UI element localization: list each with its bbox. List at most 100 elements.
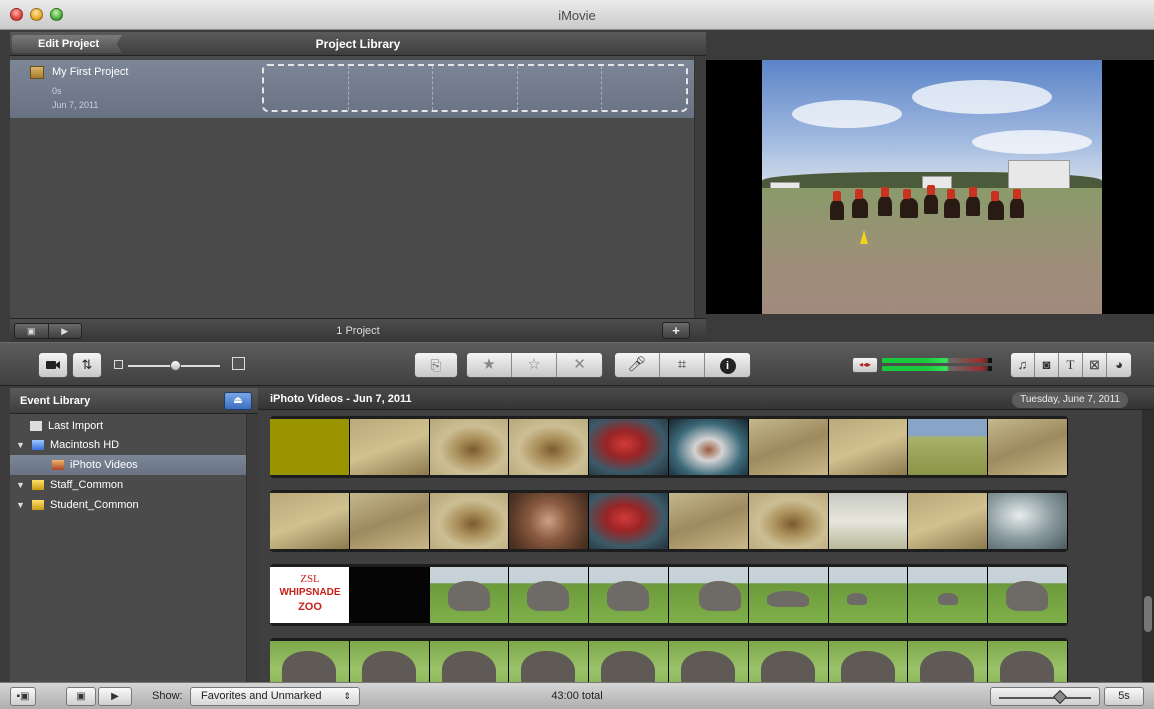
clip-frame[interactable] [270, 493, 350, 549]
clip-frame[interactable] [509, 641, 590, 682]
clip-frame[interactable] [908, 493, 989, 549]
clip-frame[interactable] [589, 641, 669, 682]
maps-icon: ◕ [1115, 357, 1123, 372]
project-library-title: Project Library [315, 37, 401, 51]
clip-frame[interactable] [908, 567, 989, 623]
thumbnail-size-knob[interactable] [170, 360, 181, 371]
clip-frame[interactable] [828, 493, 909, 549]
clip-frame[interactable] [988, 493, 1068, 549]
disclosure-triangle-icon[interactable]: ▼ [16, 495, 25, 515]
clip-frame[interactable] [270, 419, 350, 475]
iphoto-icon [52, 460, 64, 470]
clip-frame[interactable] [988, 567, 1068, 623]
project-empty-filmstrip[interactable] [262, 64, 688, 112]
clip-frame[interactable] [668, 419, 749, 475]
clip-frame[interactable] [988, 419, 1068, 475]
event-item-macintosh-hd[interactable]: ▼ Macintosh HD [10, 435, 246, 455]
transitions-browser-button[interactable]: ⊠ [1083, 353, 1107, 377]
bottom-bar: ▪▣ ▣ ▶ Show: Favorites and Unmarked ⇕ 43… [0, 682, 1154, 709]
clip-filmstrip[interactable] [270, 416, 1068, 478]
project-icon [30, 66, 44, 79]
clip-frame[interactable] [908, 641, 989, 682]
event-item-student-common[interactable]: ▼ Student_Common [10, 495, 246, 515]
add-to-project-button[interactable]: ⎘ [414, 352, 458, 378]
show-events-button[interactable]: ⏏ [224, 392, 252, 410]
clip-frame[interactable] [509, 567, 590, 623]
music-icon: ♫ [1017, 357, 1028, 372]
event-item-staff-common[interactable]: ▼ Staff_Common [10, 475, 246, 495]
clip-frame[interactable] [589, 493, 669, 549]
clip-frame[interactable] [748, 493, 829, 549]
clip-frame[interactable] [589, 419, 669, 475]
clip-frame[interactable] [349, 419, 430, 475]
speaker-icon: ◂◂▸ [858, 360, 872, 369]
window-title: iMovie [558, 8, 596, 23]
crop-button[interactable]: ⌗ [660, 353, 705, 377]
clip-filmstrip[interactable]: ZSL WHIPSNADE ZOO [270, 564, 1068, 626]
clip-zoom-slider[interactable] [990, 687, 1100, 706]
audio-skimming-button[interactable]: ◂◂▸ [852, 357, 878, 373]
new-project-button[interactable]: + [662, 322, 690, 339]
clip-filmstrip[interactable] [270, 638, 1068, 682]
clip-frame[interactable] [429, 567, 510, 623]
browser-buttons: ♫ ◙ T ⊠ ◕ [1010, 352, 1132, 378]
clip-frame[interactable] [748, 567, 829, 623]
project-library-scrollbar[interactable] [694, 56, 706, 318]
clip-frame[interactable] [429, 419, 510, 475]
photo-icon: ◙ [1042, 357, 1051, 372]
clip-frame[interactable] [988, 641, 1068, 682]
swap-events-projects-button[interactable]: ⇅ [72, 352, 102, 378]
photo-browser-button[interactable]: ◙ [1035, 353, 1059, 377]
clip-frame[interactable] [748, 419, 829, 475]
clip-frame[interactable] [828, 641, 909, 682]
unmark-button[interactable]: ☆ [512, 353, 557, 377]
clip-frame[interactable] [509, 493, 590, 549]
event-item-iphoto-videos[interactable]: iPhoto Videos [10, 455, 246, 475]
event-date-badge: Tuesday, June 7, 2011 [1012, 392, 1128, 408]
clip-frame[interactable] [908, 419, 989, 475]
event-library-list: Last Import ▼ Macintosh HD iPhoto Videos… [10, 414, 246, 682]
reject-button[interactable]: ✕ [557, 353, 602, 377]
clip-frame[interactable] [349, 641, 430, 682]
clip-frame[interactable]: ZSL WHIPSNADE ZOO [270, 567, 350, 623]
event-library-scrollbar[interactable] [246, 414, 258, 682]
clip-filmstrip[interactable] [270, 490, 1068, 552]
maps-browser-button[interactable]: ◕ [1107, 353, 1131, 377]
small-thumbnail-icon [114, 360, 123, 369]
clip-frame[interactable] [668, 493, 749, 549]
clip-frame[interactable] [509, 419, 590, 475]
disclosure-triangle-icon[interactable]: ▼ [16, 475, 25, 495]
favorite-button[interactable]: ★ [467, 353, 512, 377]
event-browser-header: iPhoto Videos - Jun 7, 2011 Tuesday, Jun… [258, 388, 1154, 410]
clip-frame[interactable] [668, 641, 749, 682]
event-item-last-import[interactable]: Last Import [10, 416, 246, 436]
inspector-button[interactable]: i [705, 353, 750, 377]
project-row[interactable]: My First Project 0s Jun 7, 2011 [10, 60, 694, 118]
clip-frame[interactable] [349, 493, 430, 549]
clip-frame[interactable] [748, 641, 829, 682]
clip-frame[interactable] [270, 641, 350, 682]
video-preview[interactable] [762, 60, 1102, 314]
titles-browser-button[interactable]: T [1059, 353, 1083, 377]
music-browser-button[interactable]: ♫ [1011, 353, 1035, 377]
clip-frame[interactable] [589, 567, 669, 623]
computer-icon [32, 440, 44, 450]
clip-frame[interactable] [828, 567, 909, 623]
disclosure-triangle-icon[interactable]: ▼ [16, 435, 25, 455]
clip-frame[interactable] [349, 567, 430, 623]
voiceover-button[interactable]: 🎤︎ [615, 353, 660, 377]
zoom-level-value: 5s [1104, 687, 1144, 706]
clip-frame[interactable] [429, 493, 510, 549]
clip-frame[interactable] [429, 641, 510, 682]
viewer-frame [706, 60, 1154, 314]
scrollbar-thumb[interactable] [1144, 596, 1152, 632]
viewer-pane [706, 32, 1154, 342]
event-browser-scrollbar[interactable] [1142, 410, 1154, 682]
zoom-slider-knob[interactable] [1052, 689, 1068, 705]
clip-frame[interactable] [828, 419, 909, 475]
project-name: My First Project [52, 66, 129, 78]
import-camera-button[interactable] [38, 352, 68, 378]
add-clip-icon: ⎘ [430, 357, 442, 373]
project-duration: 0s [52, 86, 62, 96]
clip-frame[interactable] [668, 567, 749, 623]
